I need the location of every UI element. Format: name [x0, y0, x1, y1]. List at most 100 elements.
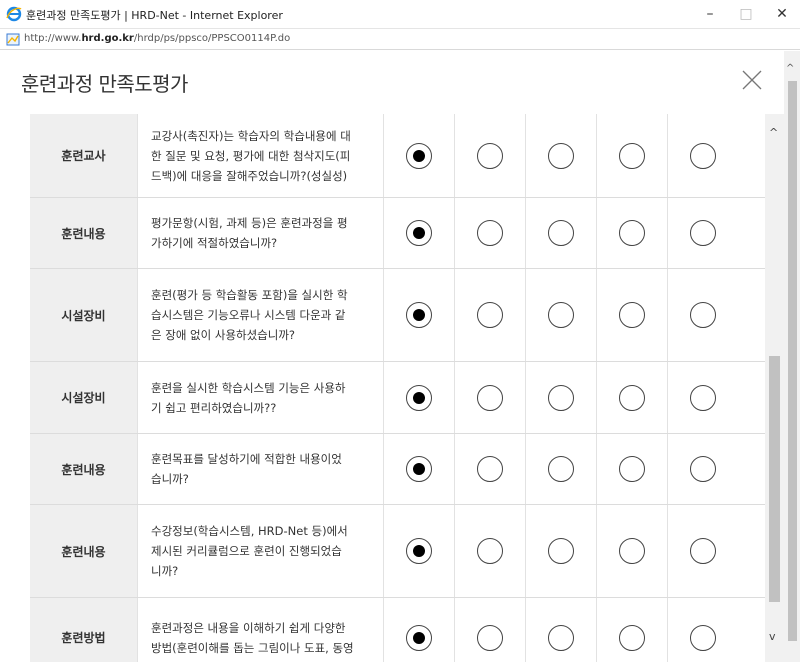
rating-radio[interactable]	[477, 302, 503, 328]
rating-radio[interactable]	[690, 456, 716, 482]
rating-radio[interactable]	[406, 456, 432, 482]
rating-option-cell	[383, 114, 454, 197]
rating-option-cell	[383, 598, 454, 662]
question-text: 평가문항(시험, 과제 등)은 훈련과정을 평가하기에 적절하였습니까?	[137, 198, 383, 268]
rating-radio[interactable]	[619, 220, 645, 246]
survey-scrollbar-thumb[interactable]	[769, 356, 780, 602]
scroll-up-arrow-icon[interactable]: ^	[786, 63, 794, 74]
maximize-button[interactable]: □	[728, 0, 764, 28]
rating-option-cell	[525, 598, 596, 662]
address-url[interactable]: http://www.hrd.go.kr/hrdp/ps/ppsco/PPSCO…	[24, 33, 290, 44]
question-category: 훈련내용	[30, 505, 137, 597]
rating-radio[interactable]	[690, 538, 716, 564]
rating-radio[interactable]	[548, 538, 574, 564]
rating-radio[interactable]	[406, 538, 432, 564]
rating-option-cell	[525, 505, 596, 597]
rating-radio[interactable]	[406, 384, 432, 411]
rating-option-cell	[454, 114, 525, 197]
question-line: 방법(훈련이해를 돕는 그림이나 도표, 동영	[151, 640, 354, 655]
rating-radio[interactable]	[548, 302, 574, 328]
question-line: 훈련(평가 등 학습활동 포함)을 실시한 학	[151, 288, 348, 302]
rating-radio[interactable]	[619, 538, 645, 564]
question-text: 수강정보(학습시스템, HRD-Net 등)에서 제시된 커리큘럼으로 훈련이 진…	[137, 505, 383, 597]
rating-option-cell	[596, 362, 667, 433]
rating-radio[interactable]	[619, 142, 645, 169]
rating-radio[interactable]	[477, 538, 503, 564]
scroll-up-icon[interactable]: ^	[769, 126, 778, 139]
rating-option-cell	[383, 434, 454, 504]
rating-radio[interactable]	[548, 624, 574, 651]
rating-option-cell	[667, 505, 738, 597]
question-text: 훈련을 실시한 학습시스템 기능은 사용하기 쉽고 편리하였습니까??	[137, 362, 383, 433]
rating-radio[interactable]	[619, 624, 645, 651]
survey-row: 훈련내용 수강정보(학습시스템, HRD-Net 등)에서 제시된 커리큘럼으로 훈…	[30, 505, 765, 598]
survey-row: 시설장비 훈련(평가 등 학습활동 포함)을 실시한 학 습시스템은 기능오류나 시…	[30, 269, 765, 362]
rating-radio[interactable]	[619, 302, 645, 328]
question-line: 습시스템은 기능오류나 시스템 다운과 같	[151, 308, 346, 322]
rating-option-cell	[525, 114, 596, 197]
survey-row: 훈련방법 훈련과정은 내용을 이해하기 쉽게 다양한 방법(훈련이해를 돕는 그림이…	[30, 598, 765, 662]
close-window-button[interactable]: ✕	[764, 0, 800, 28]
rating-radio[interactable]	[619, 456, 645, 482]
rating-option-cell	[596, 434, 667, 504]
question-line: 습니까?	[151, 472, 189, 486]
rating-radio[interactable]	[690, 624, 716, 651]
scroll-down-icon[interactable]: v	[769, 630, 776, 643]
rating-radio[interactable]	[406, 142, 432, 169]
question-line: 평가문항(시험, 과제 등)은 훈련과정을 평	[151, 216, 348, 230]
rating-option-cell	[525, 198, 596, 268]
popup-header: 훈련과정 만족도평가	[0, 51, 784, 111]
rating-option-cell	[454, 269, 525, 361]
rating-option-cell	[667, 269, 738, 361]
close-icon[interactable]	[737, 65, 767, 95]
question-line: 훈련을 실시한 학습시스템 기능은 사용하	[151, 380, 346, 395]
rating-option-cell	[454, 505, 525, 597]
rating-radio[interactable]	[690, 384, 716, 411]
question-text: 훈련과정은 내용을 이해하기 쉽게 다양한 방법(훈련이해를 돕는 그림이나 도표…	[137, 598, 383, 662]
rating-option-cell	[525, 362, 596, 433]
rating-radio[interactable]	[406, 624, 432, 651]
rating-radio[interactable]	[406, 220, 432, 246]
rating-radio[interactable]	[548, 456, 574, 482]
question-line: 기 쉽고 편리하였습니까??	[151, 400, 277, 415]
rating-radio[interactable]	[477, 142, 503, 169]
rating-radio[interactable]	[477, 384, 503, 411]
survey-scrollbar[interactable]: ^ v	[765, 114, 784, 662]
rating-radio[interactable]	[548, 142, 574, 169]
question-text: 교강사(촉진자)는 학습자의 학습내용에 대한 질문 및 요청, 평가에 대한 …	[137, 114, 383, 197]
rating-option-cell	[383, 362, 454, 433]
rating-radio[interactable]	[690, 302, 716, 328]
question-line: 제시된 커리큘럼으로 훈련이 진행되었습	[151, 544, 342, 558]
survey-row: 훈련교사 교강사(촉진자)는 학습자의 학습내용에 대한 질문 및 요청, 평가에…	[30, 114, 765, 198]
rating-option-cell	[525, 434, 596, 504]
survey-row: 훈련내용 평가문항(시험, 과제 등)은 훈련과정을 평 가하기에 적절하였습니까?	[30, 198, 765, 269]
rating-radio[interactable]	[690, 142, 716, 169]
minimize-button[interactable]: –	[692, 0, 728, 28]
rating-radio[interactable]	[477, 624, 503, 651]
rating-radio[interactable]	[548, 220, 574, 246]
rating-option-cell	[525, 269, 596, 361]
question-line: 훈련목표를 달성하기에 적합한 내용이었	[151, 452, 342, 466]
question-text: 훈련(평가 등 학습활동 포함)을 실시한 학습시스템은 기능오류나 시스템 다…	[137, 269, 383, 361]
question-line: 드백)에 대응을 잘해주었습니까?(성실성)	[151, 168, 348, 183]
rating-radio[interactable]	[406, 302, 432, 328]
rating-option-cell	[667, 598, 738, 662]
question-line: 은 장애 없이 사용하셨습니까?	[151, 328, 296, 342]
rating-option-cell	[596, 198, 667, 268]
page-scrollbar[interactable]: ^	[784, 51, 800, 662]
rating-option-cell	[596, 505, 667, 597]
rating-radio[interactable]	[690, 220, 716, 246]
rating-option-cell	[383, 505, 454, 597]
address-bar[interactable]: http://www.hrd.go.kr/hrdp/ps/ppsco/PPSCO…	[0, 28, 800, 50]
rating-radio[interactable]	[477, 220, 503, 246]
rating-option-cell	[667, 198, 738, 268]
rating-radio[interactable]	[548, 384, 574, 411]
rating-radio[interactable]	[477, 456, 503, 482]
rating-radio[interactable]	[619, 384, 645, 411]
page-scrollbar-thumb[interactable]	[788, 81, 797, 641]
rating-option-cell	[383, 269, 454, 361]
question-category: 훈련내용	[30, 198, 137, 268]
survey-row: 시설장비 훈련을 실시한 학습시스템 기능은 사용하 기 쉽고 편리하였습니까??	[30, 362, 765, 434]
question-line: 가하기에 적절하였습니까?	[151, 236, 278, 250]
rating-option-cell	[454, 434, 525, 504]
